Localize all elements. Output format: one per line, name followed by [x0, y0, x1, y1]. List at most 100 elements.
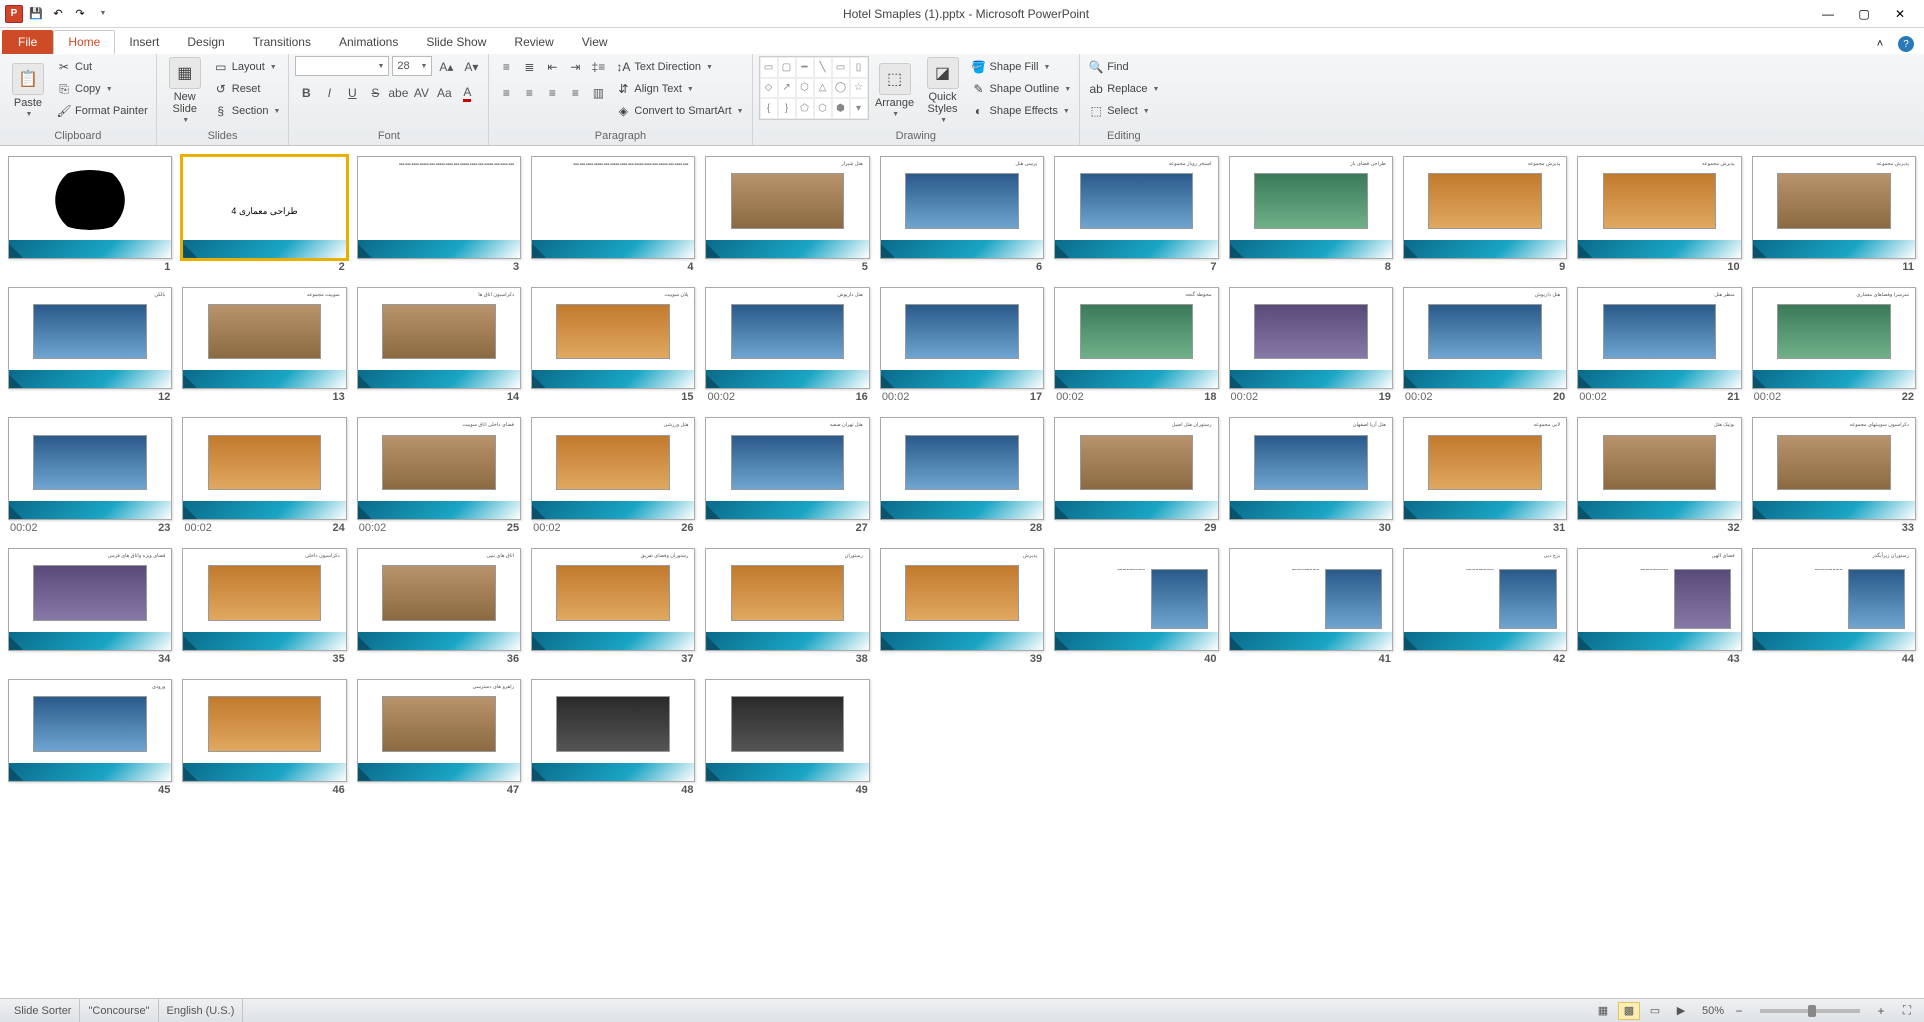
slide-thumb[interactable]: اتاق های تیپی	[357, 548, 521, 651]
slide-thumb[interactable]: پذیرش	[880, 548, 1044, 651]
numbering-icon[interactable]: ≣	[518, 56, 540, 78]
slide-thumb[interactable]	[1229, 287, 1393, 390]
font-family-combo[interactable]: ▼	[295, 56, 389, 76]
convert-smartart-button[interactable]: ◈Convert to SmartArt▼	[613, 100, 745, 122]
slide-thumb[interactable]: ■■■ ■■■■ ■■■ ■■■■■ ■■■ ■■■■ ■■■■■ ■■■ ■■…	[357, 156, 521, 259]
status-view[interactable]: Slide Sorter	[6, 999, 80, 1022]
slide-thumb[interactable]: فضای الهی■■ ■■■ ■■ ■■■■ ■■ ■■■ ■■■■	[1577, 548, 1741, 651]
shape-outline-button[interactable]: ✎Shape Outline▼	[969, 78, 1074, 100]
slide-thumb[interactable]	[880, 287, 1044, 390]
slide-thumb[interactable]	[8, 417, 172, 520]
zoom-out-icon[interactable]: −	[1728, 1000, 1750, 1022]
slide-thumb[interactable]	[182, 417, 346, 520]
slide-thumb[interactable]: ورودی	[8, 679, 172, 782]
slide-sorter[interactable]: 1طراحی معماری 42■■■ ■■■■ ■■■ ■■■■■ ■■■ ■…	[0, 146, 1924, 998]
select-button[interactable]: ⬚Select▼	[1086, 100, 1161, 122]
slide-thumb[interactable]: سوییت مجموعه	[182, 287, 346, 390]
slide-thumb[interactable]	[182, 679, 346, 782]
justify-icon[interactable]: ≡	[564, 82, 586, 104]
slide-thumb[interactable]: هتل شیراز	[705, 156, 869, 259]
slideshow-view-icon[interactable]: ▶	[1670, 1002, 1692, 1020]
align-center-icon[interactable]: ≡	[518, 82, 540, 104]
zoom-in-icon[interactable]: +	[1870, 1000, 1892, 1022]
align-left-icon[interactable]: ≡	[495, 82, 517, 104]
replace-button[interactable]: abReplace▼	[1086, 78, 1161, 100]
align-text-button[interactable]: ⇵Align Text▼	[613, 78, 745, 100]
layout-button[interactable]: ▭Layout▼	[211, 56, 283, 78]
qat-customize-icon[interactable]: ▼	[92, 4, 112, 24]
slide-thumb[interactable]: لابی مجموعه	[1403, 417, 1567, 520]
slide-thumb[interactable]: دکراسیون سوییتهای مجموعه	[1752, 417, 1916, 520]
zoom-slider[interactable]	[1760, 1009, 1860, 1013]
slide-thumb[interactable]: پلان سوییت	[531, 287, 695, 390]
slide-thumb[interactable]: منظر هتل	[1577, 287, 1741, 390]
bold-icon[interactable]: B	[295, 82, 317, 104]
slide-thumb[interactable]: دکراسیون داخلی	[182, 548, 346, 651]
slide-thumb[interactable]: رستوران زیرآبگذر■■ ■■■ ■■ ■■■■ ■■ ■■■ ■■…	[1752, 548, 1916, 651]
slide-thumb[interactable]: هتل تهران صفیه	[705, 417, 869, 520]
slide-thumb[interactable]: فضای داخلی اتاق سوییت	[357, 417, 521, 520]
cut-button[interactable]: ✂Cut	[54, 56, 150, 78]
slide-thumb[interactable]: پذیرش مجموعه	[1752, 156, 1916, 259]
increase-indent-icon[interactable]: ⇥	[564, 56, 586, 78]
tab-transitions[interactable]: Transitions	[239, 30, 325, 54]
slide-thumb[interactable]	[705, 679, 869, 782]
find-button[interactable]: 🔍Find	[1086, 56, 1161, 78]
paste-button[interactable]: 📋 Paste ▼	[6, 56, 50, 124]
reading-view-icon[interactable]: ▭	[1644, 1002, 1666, 1020]
shape-effects-button[interactable]: ◐Shape Effects▼	[969, 100, 1074, 122]
status-language[interactable]: English (U.S.)	[159, 999, 244, 1022]
slide-thumb[interactable]: رستوران وفضای تفریق	[531, 548, 695, 651]
underline-icon[interactable]: U	[341, 82, 363, 104]
quick-styles-button[interactable]: ◪ Quick Styles ▼	[921, 56, 965, 124]
save-icon[interactable]: 💾	[26, 4, 46, 24]
slide-thumb[interactable]: ■■■ ■■■■ ■■■ ■■■■■ ■■■ ■■■■ ■■■■■ ■■■ ■■…	[531, 156, 695, 259]
close-icon[interactable]: ✕	[1888, 4, 1912, 24]
strike-icon[interactable]: S	[364, 82, 386, 104]
slide-thumb[interactable]: سرسرا وفضاهای معماری	[1752, 287, 1916, 390]
slide-thumb[interactable]: طراحی فضای باز	[1229, 156, 1393, 259]
slide-thumb[interactable]: هتل داریوش	[1403, 287, 1567, 390]
fit-window-icon[interactable]: ⛶	[1896, 1000, 1918, 1022]
align-right-icon[interactable]: ≡	[541, 82, 563, 104]
font-size-combo[interactable]: 28▼	[392, 56, 432, 76]
slide-thumb[interactable]: رستوران	[705, 548, 869, 651]
columns-icon[interactable]: ▥	[587, 82, 609, 104]
zoom-thumb[interactable]	[1808, 1005, 1816, 1017]
slide-thumb[interactable]: برج دبی■■ ■■■ ■■ ■■■■ ■■ ■■■ ■■■■	[1403, 548, 1567, 651]
grow-font-icon[interactable]: A▴	[435, 56, 457, 78]
slide-thumb[interactable]: بوتیک هتل	[1577, 417, 1741, 520]
restore-icon[interactable]: ▢	[1852, 4, 1876, 24]
slide-thumb[interactable]	[8, 156, 172, 259]
tab-animations[interactable]: Animations	[325, 30, 412, 54]
tab-view[interactable]: View	[568, 30, 622, 54]
section-button[interactable]: §Section▼	[211, 100, 283, 122]
slide-thumb[interactable]: پذیرش مجموعه	[1403, 156, 1567, 259]
slide-thumb[interactable]: ■■ ■■■ ■■ ■■■■ ■■ ■■■ ■■■■	[1229, 548, 1393, 651]
shape-fill-button[interactable]: 🪣Shape Fill▼	[969, 56, 1074, 78]
slide-thumb[interactable]: ■■ ■■■ ■■ ■■■■ ■■ ■■■ ■■■■	[1054, 548, 1218, 651]
app-icon[interactable]: P	[4, 4, 24, 24]
tab-slide-show[interactable]: Slide Show	[412, 30, 500, 54]
slide-thumb[interactable]: هتل داریوش	[705, 287, 869, 390]
reset-button[interactable]: ↺Reset	[211, 78, 283, 100]
change-case-icon[interactable]: Aa	[433, 82, 455, 104]
slide-thumb[interactable]: طراحی معماری 4	[182, 156, 346, 259]
minimize-icon[interactable]: —	[1816, 4, 1840, 24]
slide-thumb[interactable]: محوطه گنجه	[1054, 287, 1218, 390]
text-direction-button[interactable]: ↕AText Direction▼	[613, 56, 745, 78]
undo-icon[interactable]: ↶	[48, 4, 68, 24]
normal-view-icon[interactable]: ▦	[1592, 1002, 1614, 1020]
char-spacing-icon[interactable]: AV	[410, 82, 432, 104]
tab-review[interactable]: Review	[500, 30, 567, 54]
file-tab[interactable]: File	[2, 30, 53, 54]
slide-thumb[interactable]: راهرو های دسترسی	[357, 679, 521, 782]
help-icon[interactable]: ?	[1898, 36, 1914, 52]
slide-thumb[interactable]: هتل ورزشی	[531, 417, 695, 520]
bullets-icon[interactable]: ≡	[495, 56, 517, 78]
format-painter-button[interactable]: 🖌Format Painter	[54, 100, 150, 122]
slide-thumb[interactable]	[880, 417, 1044, 520]
line-spacing-icon[interactable]: ‡≡	[587, 56, 609, 78]
sorter-view-icon[interactable]: ▩	[1618, 1002, 1640, 1020]
slide-thumb[interactable]: پرسی هتل	[880, 156, 1044, 259]
